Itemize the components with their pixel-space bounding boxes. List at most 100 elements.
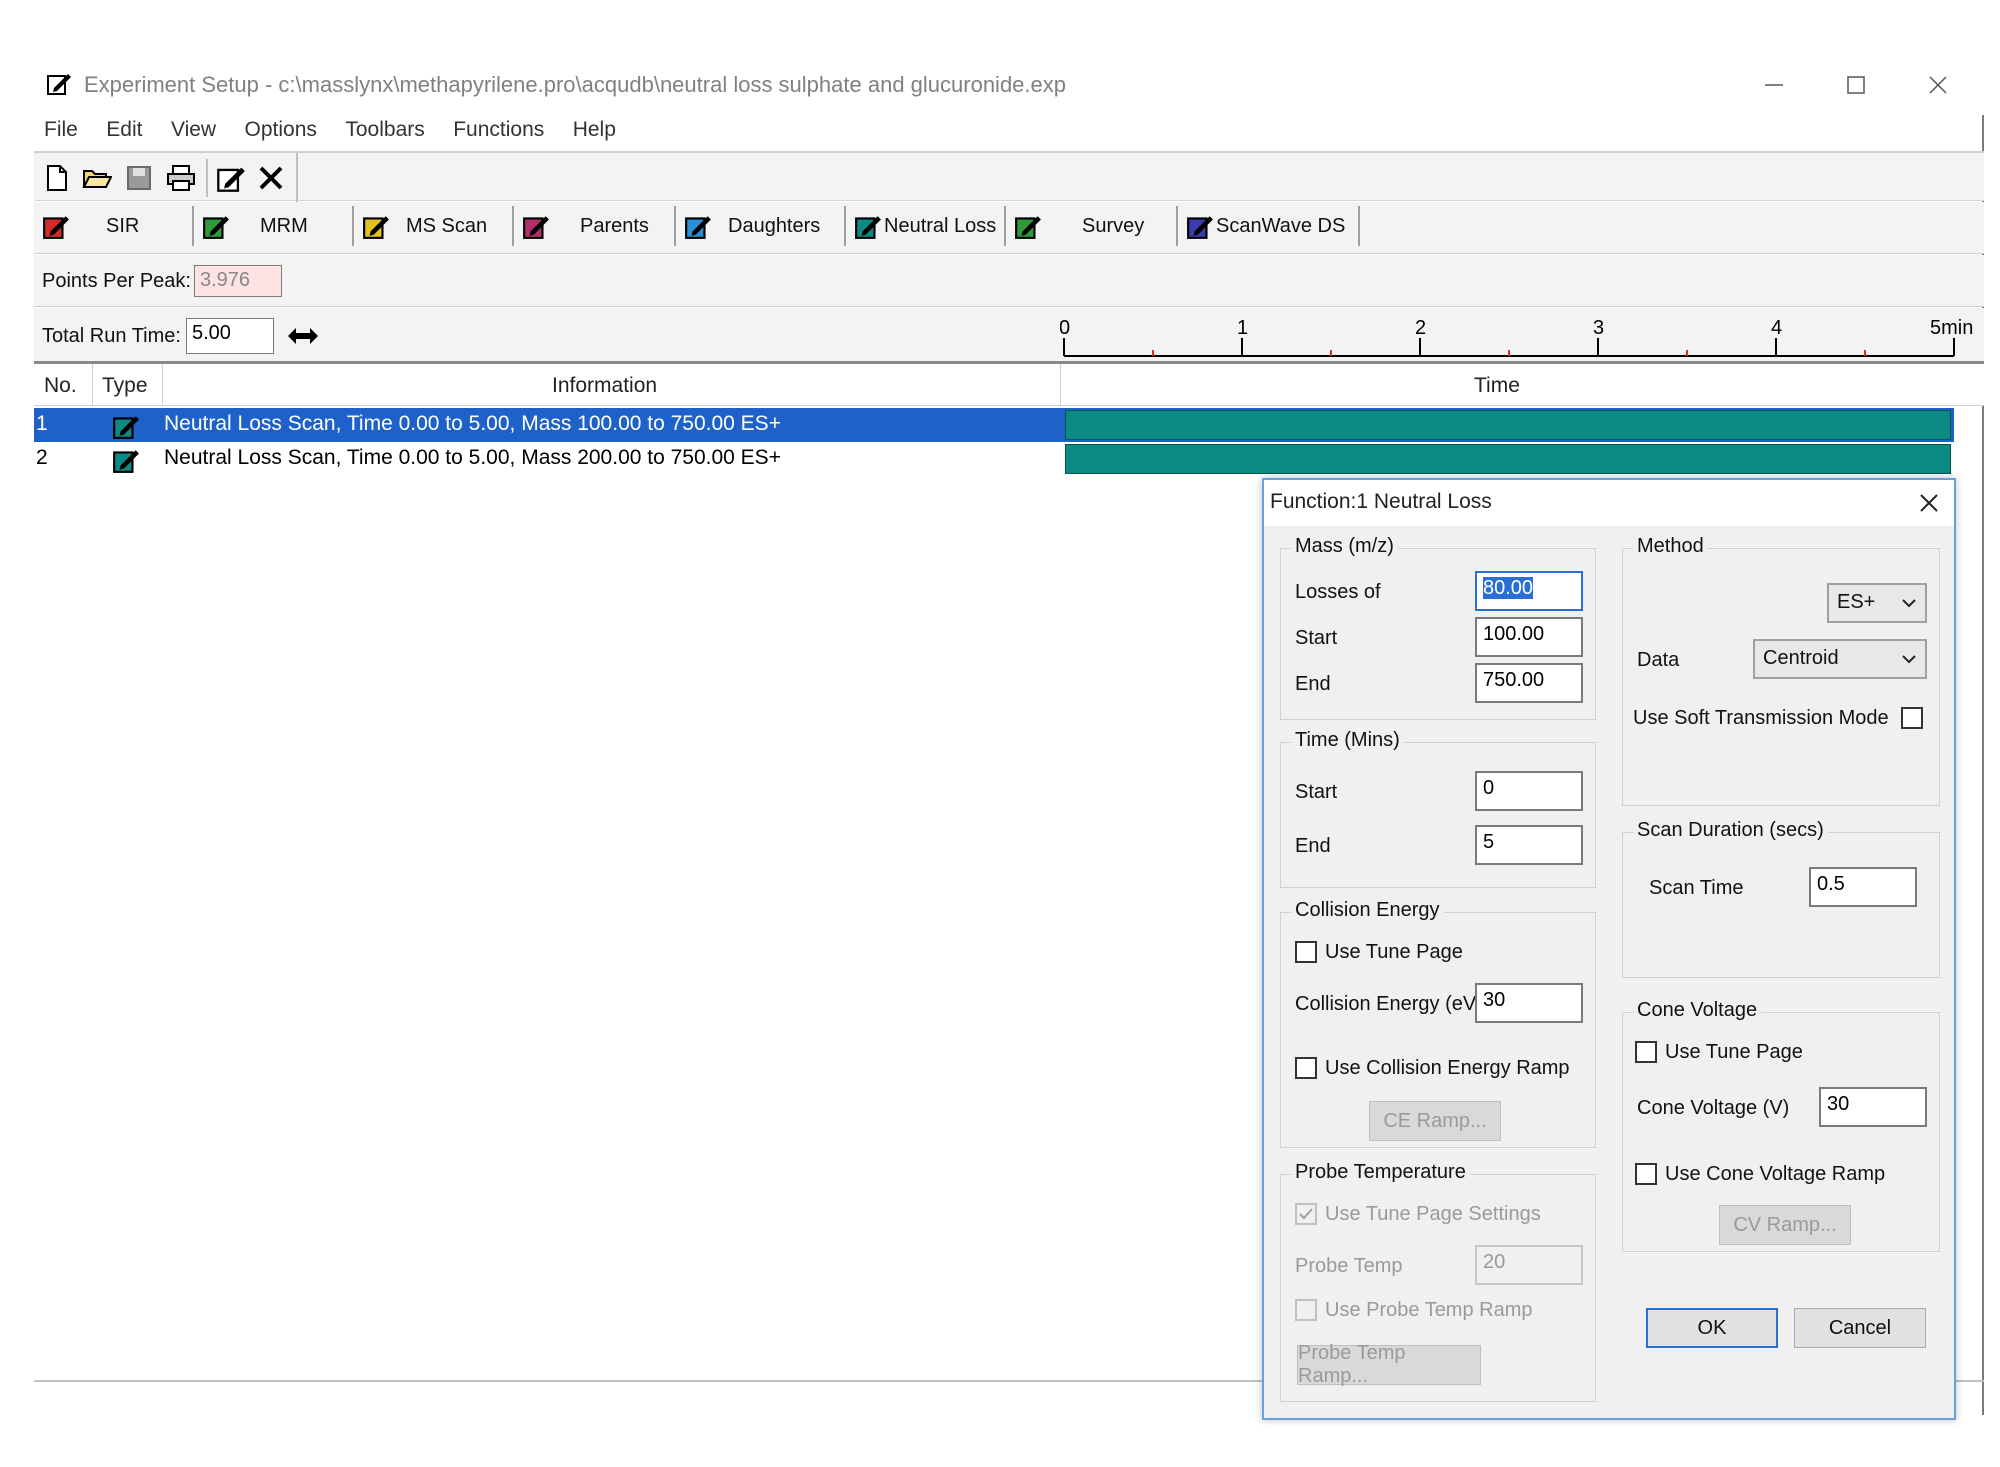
data-mode-select[interactable]: Centroid <box>1753 639 1927 679</box>
menu-toolbars[interactable]: Toolbars <box>345 115 424 142</box>
probe-temperature-group-title: Probe Temperature <box>1291 1161 1470 1184</box>
delete-x-icon <box>259 166 283 190</box>
time-start-label: Start <box>1295 781 1338 803</box>
neutral-loss-function-button[interactable]: Neutral Loss <box>846 206 1006 246</box>
scan-time-input[interactable]: 0.5 <box>1809 867 1917 907</box>
checkmark-icon <box>1299 1208 1313 1220</box>
menu-edit[interactable]: Edit <box>106 115 142 142</box>
delete-function-button[interactable] <box>252 159 290 197</box>
neutral-loss-icon <box>113 416 139 439</box>
losses-of-input[interactable]: 80.00 <box>1475 571 1583 611</box>
time-end-input[interactable]: 5 <box>1475 825 1583 865</box>
function-list-header: No. Type Information Time <box>34 364 1984 406</box>
probe-temperature-group: Probe Temperature Use Tune Page Settings… <box>1280 1161 1596 1402</box>
polarity-select[interactable]: ES+ <box>1827 583 1927 623</box>
toolbar-separator <box>206 159 208 197</box>
floppy-disk-icon <box>127 166 151 190</box>
cone-voltage-ramp-label: Use Cone Voltage Ramp <box>1665 1163 1886 1185</box>
window-title: Experiment Setup - c:\masslynx\methapyri… <box>84 72 1066 97</box>
open-folder-icon <box>82 170 112 188</box>
data-label: Data <box>1637 649 1680 671</box>
table-row[interactable]: 2 Neutral Loss Scan, Time 0.00 to 5.00, … <box>34 442 1954 476</box>
time-group-title: Time (Mins) <box>1291 729 1404 752</box>
cone-use-tune-page-checkbox[interactable] <box>1635 1041 1657 1063</box>
close-icon <box>1929 76 1947 94</box>
collision-energy-group: Collision Energy Use Tune Page Collision… <box>1280 899 1596 1148</box>
scan-duration-group-title: Scan Duration (secs) <box>1633 819 1828 842</box>
mass-end-input[interactable]: 750.00 <box>1475 663 1583 703</box>
probe-use-tune-settings-checkbox[interactable] <box>1295 1203 1317 1225</box>
chevron-down-icon <box>1902 655 1916 664</box>
parents-function-button[interactable]: Parents <box>514 206 676 246</box>
survey-icon <box>1015 216 1041 239</box>
close-window-button[interactable] <box>1908 65 1968 105</box>
menu-view[interactable]: View <box>171 115 216 142</box>
soft-transmission-checkbox[interactable] <box>1901 707 1923 729</box>
expand-horizontal-icon[interactable] <box>286 322 320 350</box>
ok-button[interactable]: OK <box>1646 1308 1778 1348</box>
mass-start-input[interactable]: 100.00 <box>1475 617 1583 657</box>
column-time[interactable]: Time <box>1474 374 1520 398</box>
save-button[interactable] <box>120 159 158 197</box>
maximize-button[interactable] <box>1826 65 1886 105</box>
run-time-row: Total Run Time: 5.00 0 1 2 3 4 5min <box>34 308 1984 364</box>
cone-voltage-group: Cone Voltage Use Tune Page Cone Voltage … <box>1622 999 1940 1252</box>
collision-energy-ramp-label: Use Collision Energy Ramp <box>1325 1057 1570 1079</box>
cone-voltage-ramp-checkbox[interactable] <box>1635 1163 1657 1185</box>
table-row[interactable]: 1 Neutral Loss Scan, Time 0.00 to 5.00, … <box>34 408 1954 442</box>
total-run-time-input[interactable]: 5.00 <box>186 318 274 354</box>
row-number: 1 <box>36 412 48 435</box>
time-end-label: End <box>1295 835 1331 857</box>
scanwave-ds-function-button[interactable]: ScanWave DS <box>1178 206 1360 246</box>
close-icon <box>1920 494 1938 512</box>
timeline-tick-label: 1 <box>1237 317 1248 339</box>
neutral-loss-icon <box>113 450 139 473</box>
menu-options[interactable]: Options <box>245 115 317 142</box>
method-group: Method ES+ Data Centroid Use Soft Transm… <box>1622 535 1940 806</box>
probe-temp-ramp-button[interactable]: Probe Temp Ramp... <box>1297 1342 1481 1387</box>
menu-help[interactable]: Help <box>573 115 616 142</box>
edit-function-button[interactable] <box>212 159 250 197</box>
collision-energy-label: Collision Energy (eV) <box>1295 993 1483 1015</box>
daughters-function-button[interactable]: Daughters <box>676 206 846 246</box>
open-button[interactable] <box>78 159 116 197</box>
row-number: 2 <box>36 446 48 469</box>
collision-energy-ramp-checkbox[interactable] <box>1295 1057 1317 1079</box>
maximize-icon <box>1847 76 1865 94</box>
column-type[interactable]: Type <box>102 374 148 398</box>
timeline-tick-label: 5min <box>1930 317 1973 339</box>
cancel-button[interactable]: Cancel <box>1794 1308 1926 1348</box>
collision-energy-input[interactable]: 30 <box>1475 983 1583 1023</box>
cone-voltage-input[interactable]: 30 <box>1819 1087 1927 1127</box>
mrm-function-button[interactable]: MRM <box>194 206 354 246</box>
probe-temp-ramp-checkbox[interactable] <box>1295 1299 1317 1321</box>
probe-temp-input[interactable]: 20 <box>1475 1245 1583 1285</box>
print-button[interactable] <box>162 159 200 197</box>
ms-scan-icon <box>363 216 389 239</box>
dialog-title-bar: Function:1 Neutral Loss <box>1264 480 1954 526</box>
cone-voltage-group-title: Cone Voltage <box>1633 999 1762 1022</box>
timeline-tick-label: 3 <box>1593 317 1604 339</box>
function-type-toolbar: SIR MRM MS Scan Parents Daughters Neutra… <box>34 202 1984 254</box>
sir-function-button[interactable]: SIR <box>34 206 194 246</box>
row-information: Neutral Loss Scan, Time 0.00 to 5.00, Ma… <box>164 412 781 435</box>
new-button[interactable] <box>38 159 76 197</box>
menu-file[interactable]: File <box>44 115 78 142</box>
ms-scan-function-button[interactable]: MS Scan <box>354 206 514 246</box>
time-range-bar <box>1065 410 1951 440</box>
mrm-icon <box>203 216 229 239</box>
cv-ramp-button[interactable]: CV Ramp... <box>1719 1205 1851 1245</box>
dialog-close-button[interactable] <box>1912 486 1946 520</box>
column-information[interactable]: Information <box>552 374 657 398</box>
row-information: Neutral Loss Scan, Time 0.00 to 5.00, Ma… <box>164 446 781 469</box>
ce-ramp-button[interactable]: CE Ramp... <box>1369 1101 1501 1141</box>
points-per-peak-value: 3.976 <box>194 265 282 297</box>
survey-function-button[interactable]: Survey <box>1006 206 1178 246</box>
collision-use-tune-page-checkbox[interactable] <box>1295 941 1317 963</box>
column-no[interactable]: No. <box>44 374 77 398</box>
scan-duration-group: Scan Duration (secs) Scan Time 0.5 <box>1622 819 1940 978</box>
timeline-tick-label: 4 <box>1771 317 1782 339</box>
time-start-input[interactable]: 0 <box>1475 771 1583 811</box>
minimize-button[interactable] <box>1744 65 1804 105</box>
menu-functions[interactable]: Functions <box>453 115 544 142</box>
